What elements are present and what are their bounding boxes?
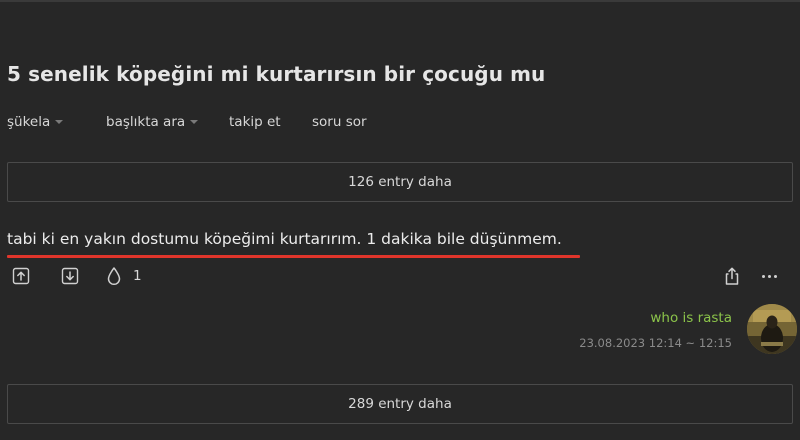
entry-author[interactable]: who is rasta (650, 310, 732, 326)
sort-dropdown[interactable]: şükela (7, 114, 64, 130)
sort-label: şükela (7, 114, 51, 130)
topic-title[interactable]: 5 senelik köpeğini mi kurtarırsın bir ço… (7, 62, 545, 86)
entry-date[interactable]: 23.08.2023 12:14 ~ 12:15 (579, 336, 732, 350)
share-icon[interactable] (722, 266, 742, 286)
load-more-below-button[interactable]: 289 entry daha (7, 384, 793, 424)
upvote-icon[interactable] (12, 267, 30, 285)
chevron-down-icon (190, 120, 199, 124)
ask-question-label: soru sor (312, 114, 367, 130)
avatar[interactable] (747, 304, 797, 354)
search-in-topic-dropdown[interactable]: başlıkta ara (106, 114, 199, 130)
drop-icon[interactable] (106, 266, 122, 286)
ask-question-button[interactable]: soru sor (312, 114, 367, 130)
entry-content: tabi ki en yakın dostumu köpeğimi kurtar… (7, 230, 562, 248)
downvote-icon[interactable] (61, 267, 79, 285)
favorite-count: 1 (133, 268, 142, 284)
load-more-below-label: 289 entry daha (348, 396, 452, 412)
follow-button[interactable]: takip et (229, 114, 281, 130)
highlight-underline (7, 255, 580, 258)
search-in-topic-label: başlıkta ara (106, 114, 186, 130)
top-divider (0, 0, 800, 2)
more-icon[interactable] (762, 275, 777, 278)
chevron-down-icon (55, 120, 64, 124)
follow-label: takip et (229, 114, 281, 130)
load-more-above-label: 126 entry daha (348, 174, 452, 190)
load-more-above-button[interactable]: 126 entry daha (7, 162, 793, 202)
